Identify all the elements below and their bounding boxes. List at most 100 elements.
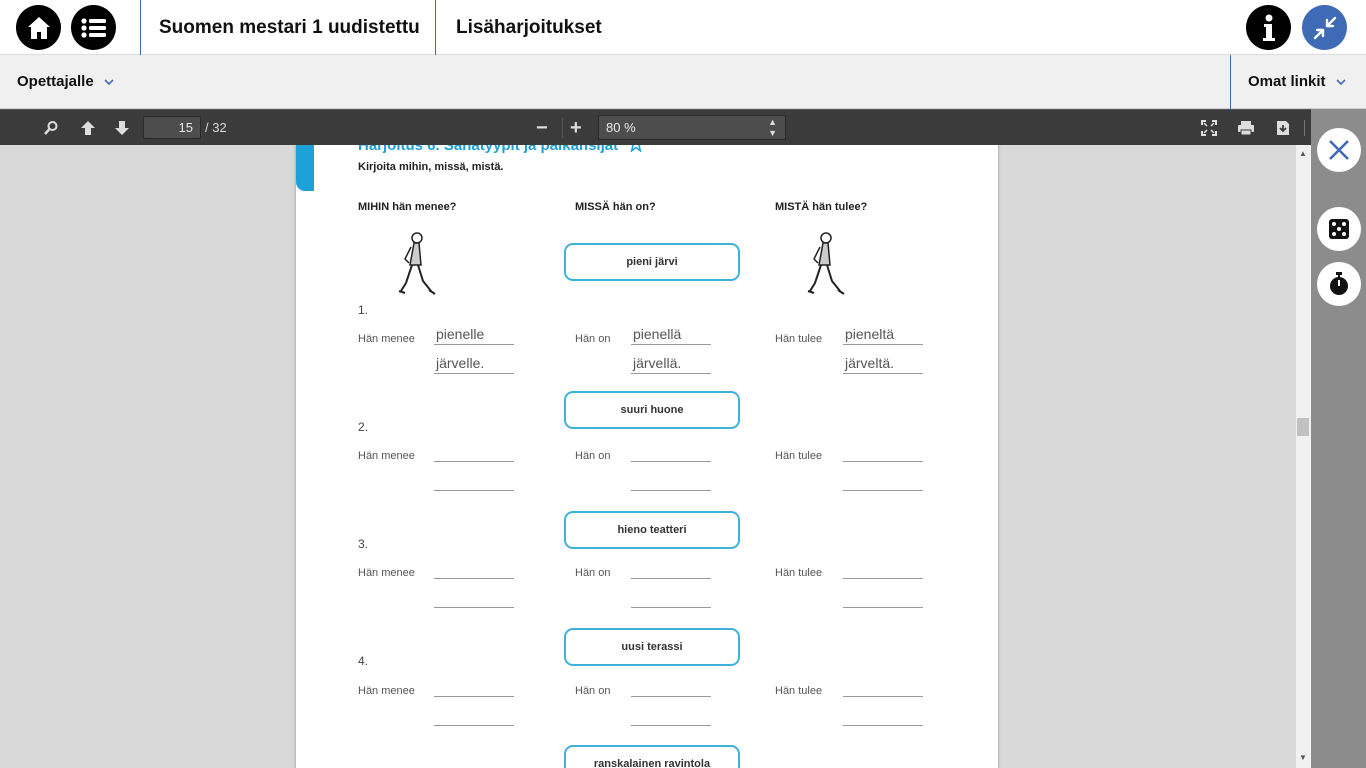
row-number: 4. [358,654,369,668]
answer-field[interactable] [843,469,923,491]
answer-field[interactable] [631,704,711,726]
page-tab-marker [296,145,314,191]
print-button[interactable] [1236,118,1256,138]
answer-field[interactable] [631,557,711,579]
fullscreen-button[interactable] [1199,118,1219,138]
collapse-icon [1313,16,1336,39]
answer-field[interactable]: pienellä [631,323,711,345]
zoom-in-button[interactable]: + [570,110,582,146]
place-box: ranskalainen ravintola [564,745,740,768]
teacher-menu-label: Opettajalle [17,73,94,90]
pdf-toolbar: 15 / 32 − + 80 % ▲ ▼ [0,109,1311,145]
place-box: suuri huone [564,391,740,429]
section-title: Lisäharjoitukset [456,17,602,38]
answer-field[interactable] [631,440,711,462]
answer-field[interactable] [434,557,514,579]
download-button[interactable] [1273,118,1293,138]
answer-field[interactable] [434,440,514,462]
walking-man-illustration [398,232,436,295]
toolbar-separator [562,118,563,138]
answer-field[interactable] [434,586,514,608]
list-icon [80,17,106,38]
close-button[interactable] [1317,128,1361,172]
scroll-down-icon[interactable]: ▼ [1299,753,1307,762]
home-button[interactable] [16,5,61,50]
row-number: 3. [358,537,369,551]
answer-field[interactable]: järvellä. [631,352,711,374]
viewer-scrollbar[interactable]: ▲ ▼ [1296,145,1311,768]
walking-man-illustration [807,232,845,295]
search-button[interactable] [41,118,61,138]
place-box: pieni järvi [564,243,740,281]
star-icon [630,145,643,153]
column-heading-mihin: MIHIN hän menee? [358,201,457,213]
answer-field[interactable] [843,675,923,697]
exercise-instruction: Kirjoita mihin, missä, mistä. [358,161,504,173]
menu-button[interactable] [71,5,116,50]
own-links-menu[interactable]: Omat linkit [1248,55,1346,109]
column-heading-missa: MISSÄ hän on? [575,201,656,213]
row-number: 1. [358,303,369,317]
label-han-menee: Hän menee [358,450,415,462]
header-divider [435,0,436,55]
dice-icon [1329,219,1349,239]
arrow-up-icon [81,121,95,135]
chevron-down-icon [104,79,114,86]
exercise-heading-text: Harjoitus 6. Sanatyypit ja paikansijat [358,145,619,154]
select-arrows-icon: ▲ ▼ [768,117,777,138]
home-icon [27,16,50,39]
answer-field[interactable] [843,557,923,579]
collapse-button[interactable] [1302,5,1347,50]
answer-field[interactable] [631,586,711,608]
menu-bar: Opettajalle Omat linkit [0,55,1366,109]
label-han-menee: Hän menee [358,333,415,345]
info-button[interactable] [1246,5,1291,50]
answer-field[interactable] [843,586,923,608]
label-han-menee: Hän menee [358,685,415,697]
download-icon [1277,121,1289,135]
zoom-out-button[interactable]: − [536,110,548,146]
answer-field[interactable] [843,704,923,726]
app-header: Suomen mestari 1 uudistettu Lisäharjoitu… [0,0,1366,55]
answer-field[interactable] [434,675,514,697]
label-han-on: Hän on [575,567,611,579]
answer-field[interactable] [434,469,514,491]
answer-field[interactable] [434,704,514,726]
answer-field[interactable] [631,675,711,697]
previous-page-button[interactable] [78,118,98,138]
stopwatch-icon [1330,272,1348,295]
next-page-button[interactable] [112,118,132,138]
answer-field[interactable] [631,469,711,491]
side-panel [1311,109,1366,768]
zoom-select[interactable]: 80 % ▲ ▼ [598,115,786,140]
toolbar-separator [1304,120,1305,136]
print-icon [1238,121,1254,136]
own-links-label: Omat linkit [1248,73,1326,90]
teacher-menu[interactable]: Opettajalle [17,55,114,109]
place-box: hieno teatteri [564,511,740,549]
label-han-on: Hän on [575,333,611,345]
label-han-tulee: Hän tulee [775,567,823,579]
search-icon [44,121,58,135]
label-han-tulee: Hän tulee [775,450,823,462]
scroll-up-icon[interactable]: ▲ [1299,149,1307,158]
fullscreen-icon [1201,120,1217,136]
page-number-input[interactable]: 15 [143,116,201,139]
answer-field[interactable]: järveltä. [843,352,923,374]
info-icon [1262,14,1275,41]
pdf-viewer[interactable]: Harjoitus 6. Sanatyypit ja paikansijat K… [0,145,1296,768]
chevron-down-icon [1335,79,1346,86]
scrollbar-thumb[interactable] [1297,418,1309,436]
answer-field[interactable]: järvelle. [434,352,514,374]
answer-field[interactable]: pienelle [434,323,514,345]
answer-field[interactable]: pieneltä [843,323,923,345]
close-icon [1329,140,1349,160]
dice-button[interactable] [1317,207,1361,251]
label-han-menee: Hän menee [358,567,415,579]
timer-button[interactable] [1317,262,1361,306]
menu-divider [1230,55,1231,109]
row-number: 2. [358,420,369,434]
label-han-tulee: Hän tulee [775,333,823,345]
zoom-value: 80 % [606,120,636,135]
answer-field[interactable] [843,440,923,462]
